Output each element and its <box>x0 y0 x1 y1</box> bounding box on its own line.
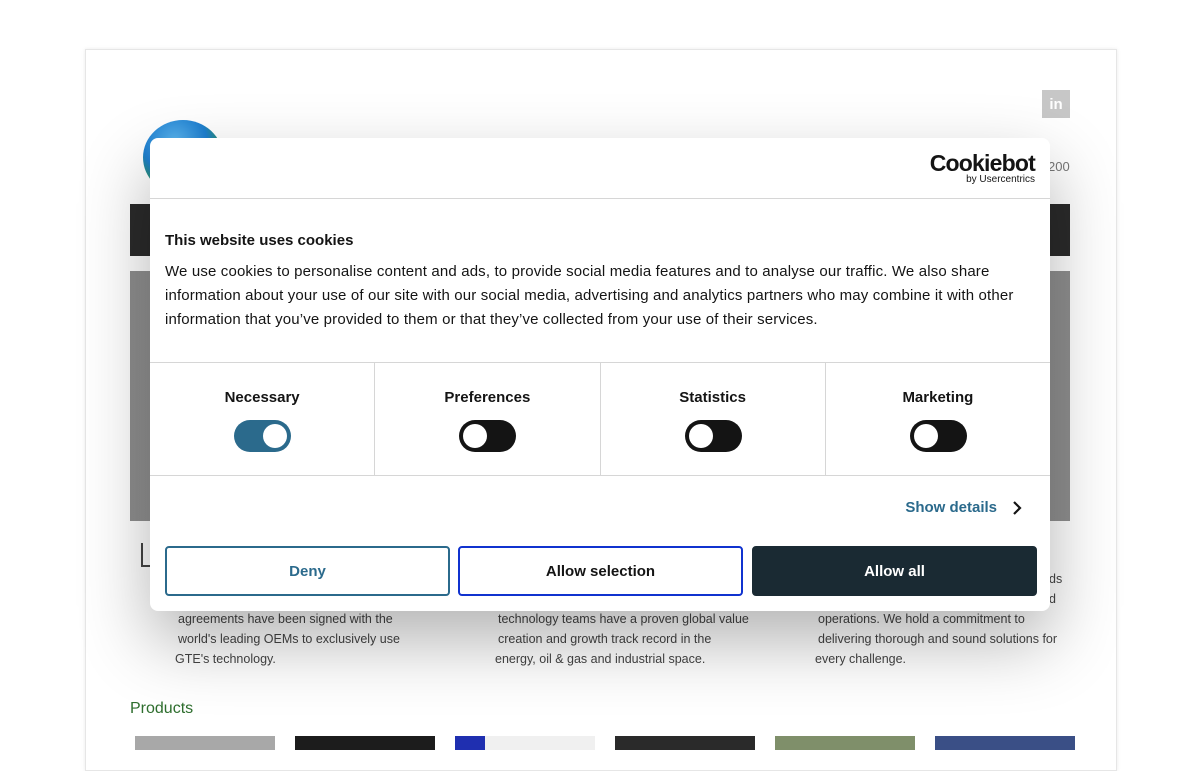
category-statistics: Statistics <box>601 363 826 475</box>
category-label: Preferences <box>444 389 531 406</box>
toggle-knob <box>463 424 488 448</box>
dialog-description: We use cookies to personalise content an… <box>165 263 1014 328</box>
statistics-toggle[interactable] <box>684 420 742 452</box>
preferences-toggle[interactable] <box>459 420 517 452</box>
consent-categories: Necessary Preferences Statistics Marketi… <box>150 362 1050 476</box>
dialog-header: Cookiebot by Usercentrics <box>150 138 1050 199</box>
toggle-knob <box>688 424 713 448</box>
category-marketing: Marketing <box>826 363 1050 475</box>
necessary-toggle[interactable] <box>234 420 292 452</box>
category-preferences: Preferences <box>375 363 601 475</box>
cookiebot-logo: Cookiebot by Usercentrics <box>929 150 1036 185</box>
cookiebot-logo-subtext: by Usercentrics <box>966 174 1035 185</box>
chevron-right-icon <box>1013 500 1022 515</box>
show-details-label: Show details <box>905 499 997 516</box>
cookie-consent-dialog: Cookiebot by Usercentrics This website u… <box>150 138 1050 611</box>
allow-all-button[interactable]: Allow all <box>752 546 1037 596</box>
marketing-toggle[interactable] <box>909 420 967 452</box>
category-label: Statistics <box>679 389 746 406</box>
allow-selection-button[interactable]: Allow selection <box>458 546 743 596</box>
category-label: Necessary <box>224 389 300 406</box>
dialog-title: This website uses cookies <box>165 232 354 249</box>
category-label: Marketing <box>902 389 974 406</box>
toggle-knob <box>913 424 938 448</box>
deny-button[interactable]: Deny <box>165 546 450 596</box>
show-details-link[interactable]: Show details <box>905 499 1023 516</box>
toggle-knob <box>263 424 288 448</box>
category-necessary: Necessary <box>150 363 376 475</box>
cookiebot-logo-text: Cookiebot <box>929 150 1036 176</box>
